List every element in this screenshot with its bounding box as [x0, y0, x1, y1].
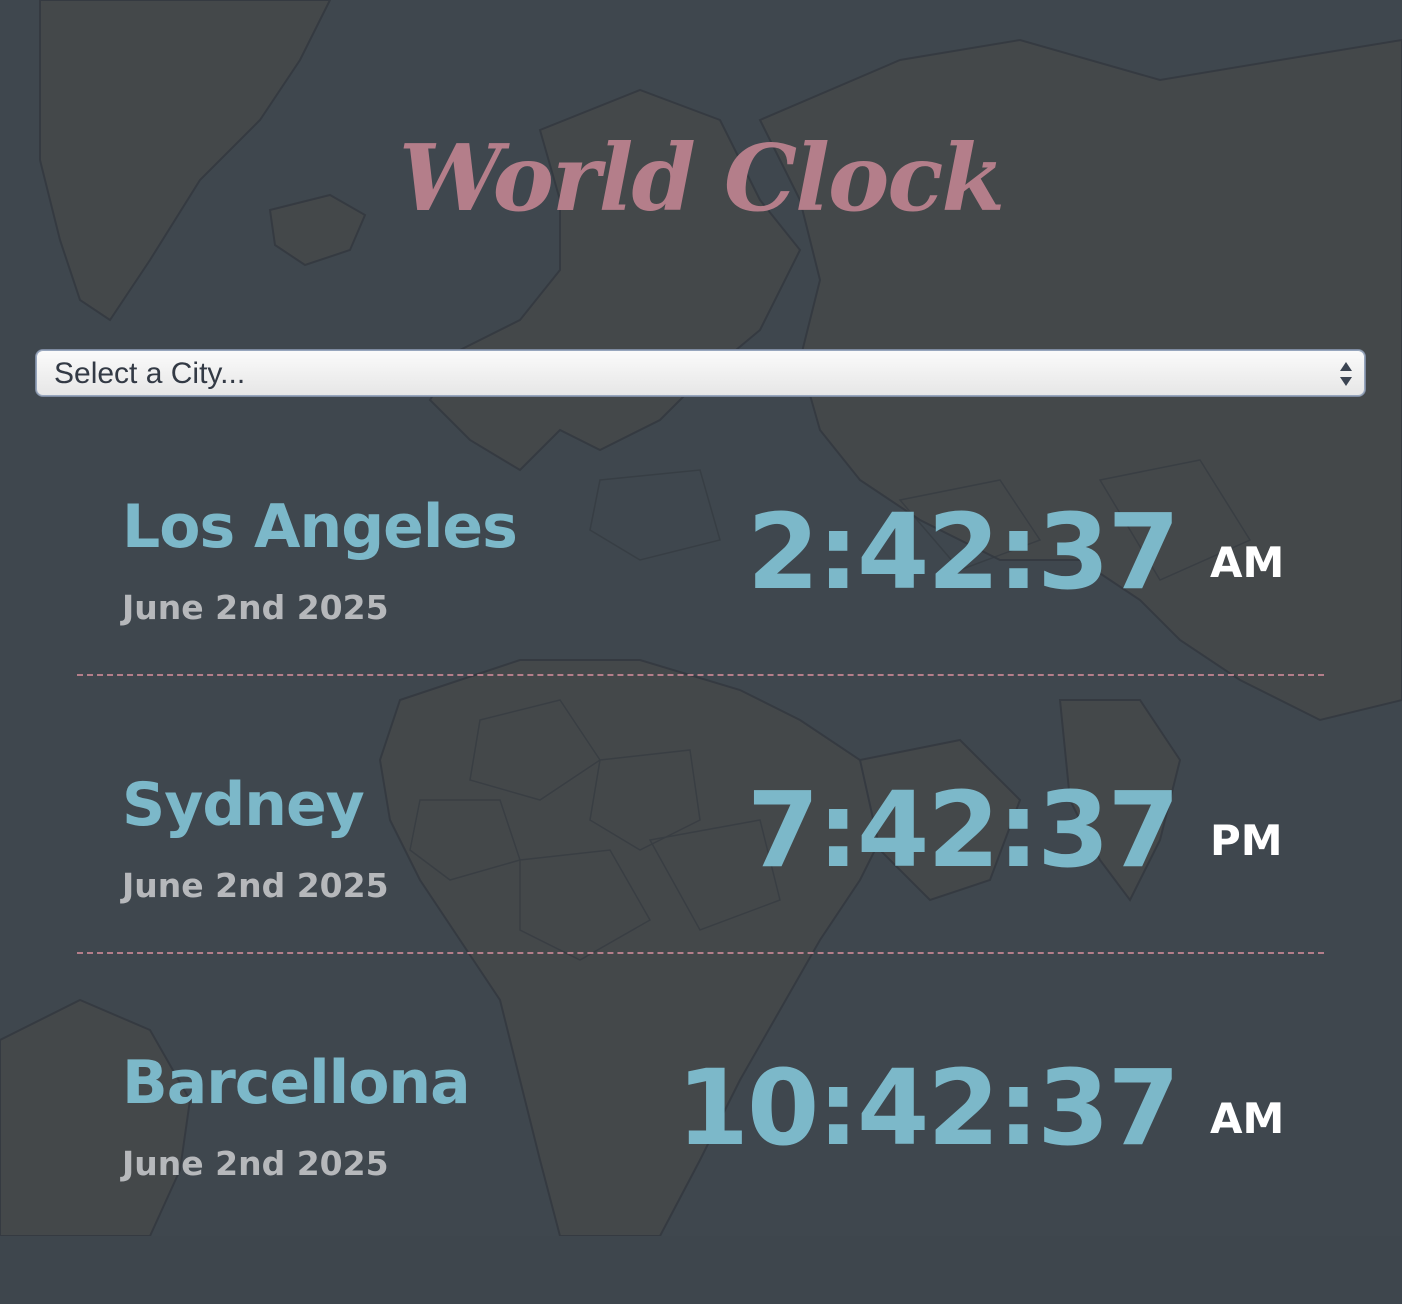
app-title: World Clock — [398, 124, 1005, 232]
world-clock-page: World Clock Select a City... Los Angeles… — [0, 0, 1402, 1236]
city-time: 10:42:37 — [676, 1047, 1180, 1169]
city-ampm: PM — [1210, 816, 1283, 865]
city-row: Sydney June 2nd 2025 7:42:37 PM — [0, 748, 1402, 1026]
city-time: 7:42:37 — [747, 769, 1180, 891]
city-select-wrapper: Select a City... — [35, 349, 1366, 397]
city-select-value: Select a City... — [54, 357, 246, 390]
city-ampm: AM — [1210, 1094, 1285, 1143]
city-date: June 2nd 2025 — [122, 866, 389, 905]
city-row: Barcellona June 2nd 2025 10:42:37 AM — [0, 1026, 1402, 1304]
up-down-arrows-icon — [1340, 362, 1352, 386]
city-divider — [77, 674, 1324, 676]
city-select[interactable]: Select a City... — [35, 349, 1366, 397]
city-name: Barcellona — [122, 1048, 471, 1118]
city-name: Sydney — [122, 770, 365, 840]
city-date: June 2nd 2025 — [122, 1144, 389, 1183]
city-name: Los Angeles — [122, 492, 518, 562]
city-ampm: AM — [1210, 538, 1285, 587]
city-time: 2:42:37 — [747, 491, 1180, 613]
city-divider — [77, 952, 1324, 954]
city-date: June 2nd 2025 — [122, 588, 389, 627]
city-row: Los Angeles June 2nd 2025 2:42:37 AM — [0, 470, 1402, 748]
